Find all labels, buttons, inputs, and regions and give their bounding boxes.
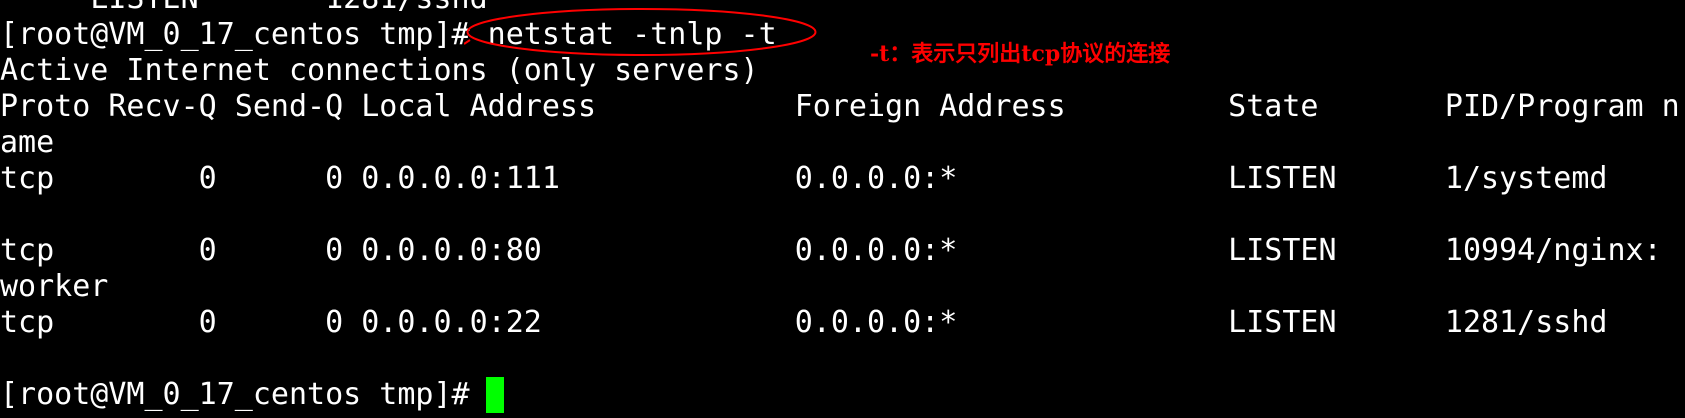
terminal-window[interactable]: LISTEN 1281/sshd [root@VM_0_17_centos tm… xyxy=(0,0,1685,418)
terminal-line-partial: LISTEN 1281/sshd xyxy=(0,0,487,17)
terminal-line-columns: Proto Recv-Q Send-Q Local Address Foreig… xyxy=(0,89,1680,124)
terminal-line-prompt: [root@VM_0_17_centos tmp]# xyxy=(0,377,488,412)
terminal-line-row-3: tcp 0 0 0.0.0.0:22 0.0.0.0:* LISTEN 1281… xyxy=(0,305,1608,340)
annotation-note: -t：表示只列出tcp协议的连接 xyxy=(870,41,1171,67)
terminal-line-row-1: tcp 0 0 0.0.0.0:111 0.0.0.0:* LISTEN 1/s… xyxy=(0,161,1608,196)
terminal-line-row-2: tcp 0 0 0.0.0.0:80 0.0.0.0:* LISTEN 1099… xyxy=(0,233,1662,268)
terminal-cursor[interactable] xyxy=(486,377,504,413)
terminal-line-columns-wrap: ame xyxy=(0,125,55,160)
terminal-line-row-2-wrap: worker xyxy=(0,269,109,304)
terminal-line-heading: Active Internet connections (only server… xyxy=(0,53,759,88)
terminal-line-command: [root@VM_0_17_centos tmp]# netstat -tnlp… xyxy=(0,17,777,52)
